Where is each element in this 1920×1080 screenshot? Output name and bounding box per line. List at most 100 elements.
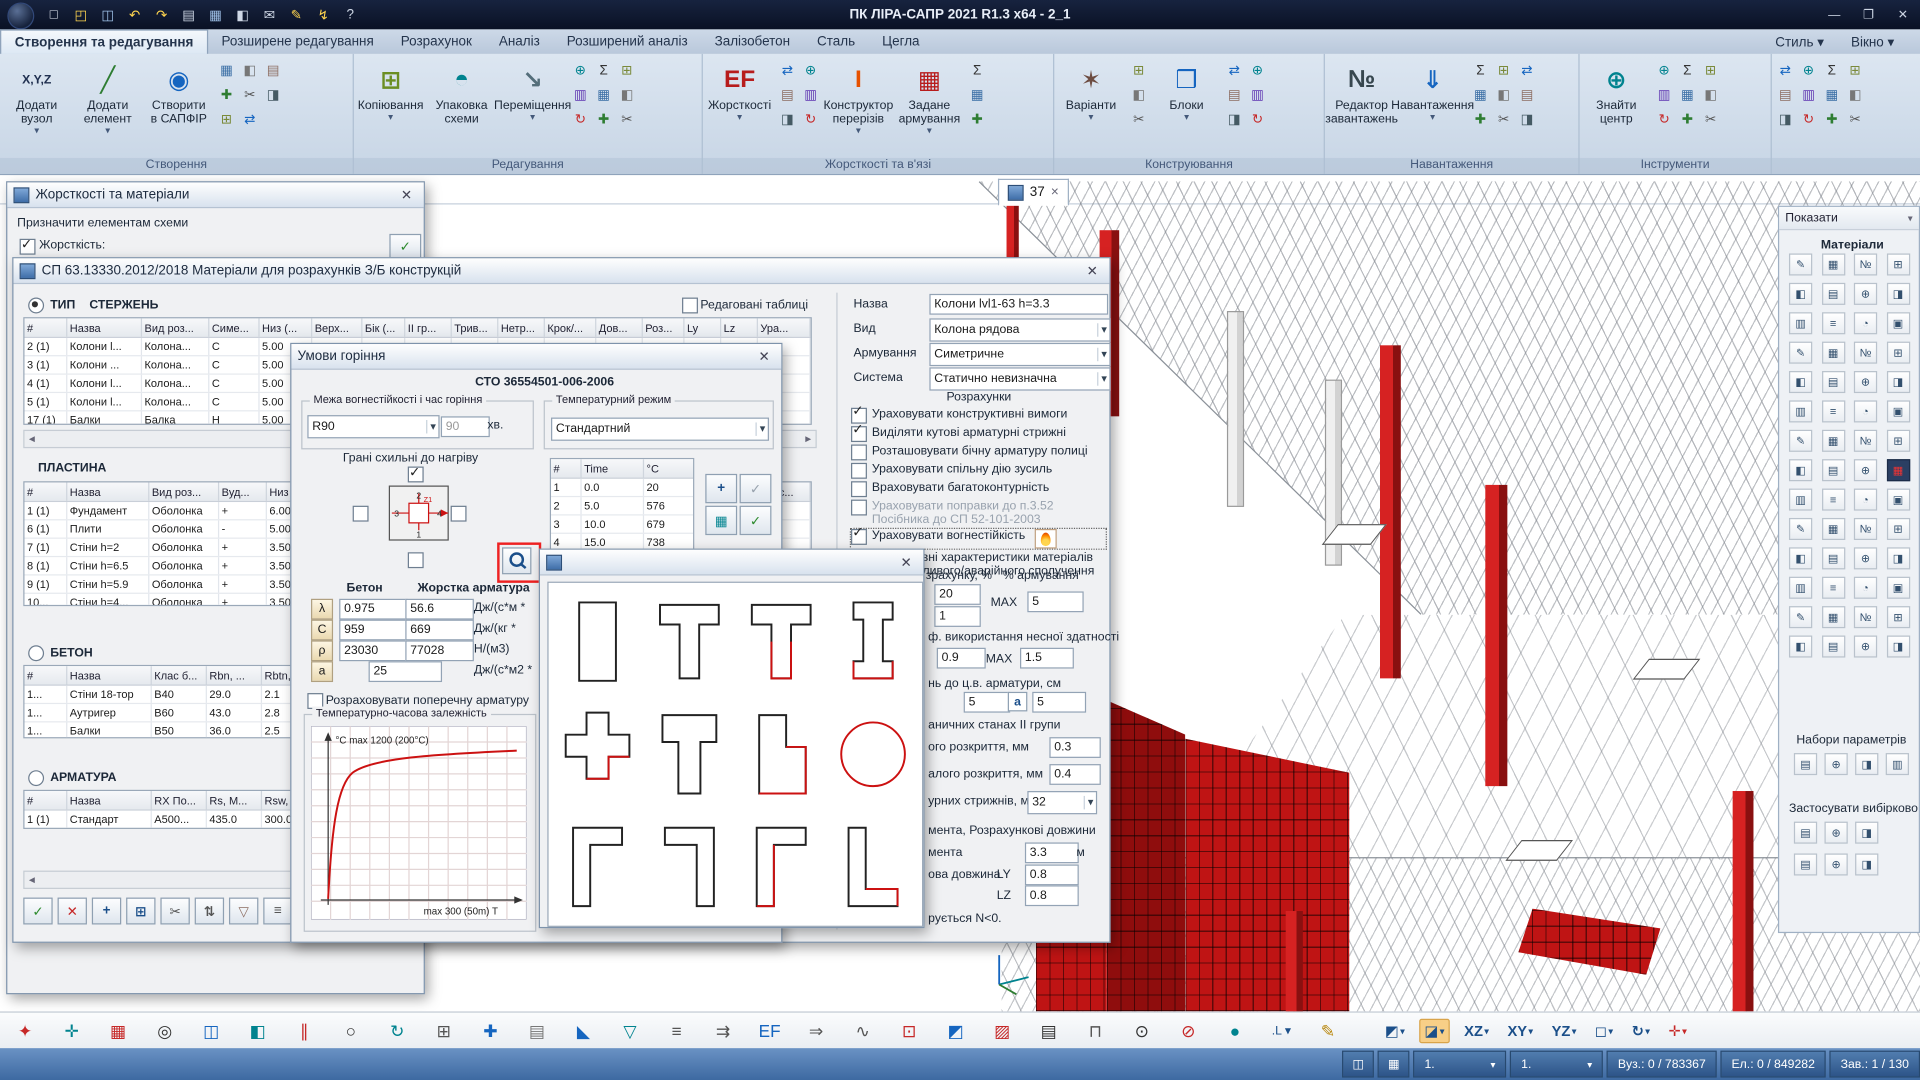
lz-field[interactable]: 0.8: [1025, 885, 1079, 906]
help-icon[interactable]: ?: [338, 4, 362, 26]
filter-button[interactable]: ▽: [229, 898, 258, 925]
panel-icon[interactable]: ◨: [1855, 853, 1878, 875]
corner-icon[interactable]: ◣: [568, 1016, 599, 1045]
panel-icon[interactable]: ◨: [1886, 636, 1909, 658]
small-tool-icon[interactable]: Σ: [593, 59, 615, 82]
rows-icon[interactable]: ▤: [1033, 1016, 1064, 1045]
calc-option[interactable]: Розташовувати бічну арматуру полиці: [851, 444, 1106, 460]
sheet-icon[interactable]: ▤: [522, 1016, 553, 1045]
panel-icon[interactable]: ▥: [1886, 753, 1909, 775]
small-tool-icon[interactable]: ⇄: [239, 108, 261, 131]
panel-icon[interactable]: ◨: [1886, 547, 1909, 569]
parallel-icon[interactable]: ∥: [289, 1016, 320, 1045]
red-column[interactable]: [1286, 911, 1303, 1011]
panel-icon[interactable]: ◨: [1886, 371, 1909, 393]
small-tool-icon[interactable]: ⇄: [1516, 59, 1538, 82]
polygon-select-icon[interactable]: ✦: [10, 1016, 41, 1045]
view-rotate-button[interactable]: ↻ ▾: [1628, 1020, 1654, 1042]
ribbon-button[interactable]: №Редактор завантажень: [1327, 56, 1396, 154]
panel-icon[interactable]: №: [1854, 606, 1877, 628]
panel-icon[interactable]: ▤: [1821, 459, 1844, 481]
small-tool-icon[interactable]: ✚: [1821, 108, 1843, 131]
small-tool-icon[interactable]: Σ: [966, 59, 988, 82]
column-header[interactable]: #: [24, 791, 67, 809]
panel-icon[interactable]: ✎: [1789, 253, 1812, 275]
panel-icon[interactable]: ◧: [1789, 459, 1812, 481]
face-right-checkbox[interactable]: [451, 506, 467, 522]
panel-icon[interactable]: ▣: [1886, 400, 1909, 422]
panel-icon[interactable]: ✎: [1789, 518, 1812, 540]
calc-option[interactable]: Ураховувати поправки до п.3.52 Посібника…: [851, 500, 1106, 527]
small-tool-icon[interactable]: ▤: [262, 59, 284, 82]
red-column[interactable]: [1380, 345, 1401, 678]
small-tool-icon[interactable]: ▤: [1516, 83, 1538, 106]
panel-icon[interactable]: ⊞: [1886, 606, 1909, 628]
view-iso-button[interactable]: ◩ ▾: [1381, 1020, 1408, 1042]
local-axes-icon[interactable]: .L ▾: [1266, 1016, 1297, 1045]
hatch-icon[interactable]: ▨: [987, 1016, 1018, 1045]
small-tool-icon[interactable]: ✂: [239, 83, 261, 106]
small-tool-icon[interactable]: ▦: [966, 83, 988, 106]
ribbon-button[interactable]: IКонструктор перерізів▾: [824, 56, 893, 154]
table-edit-button[interactable]: ▦: [705, 506, 737, 535]
small-tool-icon[interactable]: ◨: [1774, 108, 1796, 131]
small-tool-icon[interactable]: ⊕: [1247, 59, 1269, 82]
ribbon-button[interactable]: ❒Блоки▾: [1152, 56, 1221, 154]
calc-option[interactable]: Враховувати багатоконтурність: [851, 481, 1106, 497]
small-tool-icon[interactable]: ◨: [262, 83, 284, 106]
small-tool-icon[interactable]: ⊕: [800, 59, 822, 82]
column-header[interactable]: °C: [644, 459, 694, 477]
checkbox[interactable]: [851, 500, 867, 516]
section-shape-cross-red[interactable]: [552, 699, 642, 809]
grid-icon[interactable]: ⊞: [429, 1016, 460, 1045]
half-icon[interactable]: ◧: [242, 1016, 273, 1045]
column-header[interactable]: Назва: [67, 791, 151, 809]
small-tool-icon[interactable]: ⊞: [616, 59, 638, 82]
add-table-button[interactable]: ⊞: [126, 898, 155, 925]
small-tool-icon[interactable]: ◧: [1493, 83, 1515, 106]
rotate-icon[interactable]: ↻: [382, 1016, 413, 1045]
kind-combo[interactable]: Колона рядова: [929, 318, 1110, 341]
tab-3[interactable]: Розрахунок: [387, 29, 485, 53]
small-tool-icon[interactable]: ⇄: [776, 59, 798, 82]
panel-icon[interactable]: ▦: [1821, 430, 1844, 452]
column-header[interactable]: Rbn, ...: [207, 666, 262, 684]
checkbox[interactable]: [851, 444, 867, 460]
panel-icon[interactable]: ◧: [1789, 283, 1812, 305]
panel-icon[interactable]: ✎: [1789, 430, 1812, 452]
panel-icon[interactable]: ⊞: [1886, 342, 1909, 364]
block-combo-1[interactable]: 1.▾: [1413, 1051, 1506, 1078]
concrete-radio[interactable]: [28, 645, 44, 661]
panel-icon[interactable]: ◨: [1855, 822, 1878, 844]
panel-icon[interactable]: ▤: [1821, 371, 1844, 393]
list-icon[interactable]: ≡: [661, 1016, 692, 1045]
view-xz-button[interactable]: XZ ▾: [1460, 1020, 1492, 1042]
close-button[interactable]: ✕: [1886, 1, 1920, 28]
panel-icon[interactable]: ▤: [1794, 753, 1817, 775]
reinf-max-field[interactable]: 5: [1027, 591, 1083, 612]
maximize-button[interactable]: ❐: [1851, 1, 1885, 28]
prop-symbol-ρ[interactable]: ρ: [311, 640, 333, 661]
panel-icon[interactable]: ▦: [1821, 253, 1844, 275]
prop-symbol-C[interactable]: C: [311, 620, 333, 641]
small-tool-icon[interactable]: ▥: [569, 83, 591, 106]
ribbon-button[interactable]: ✶Варіанти▾: [1057, 56, 1126, 154]
panel-icon[interactable]: ▤: [1794, 822, 1817, 844]
menu-Вікно[interactable]: Вікно ▾: [1838, 29, 1908, 53]
ribbon-button[interactable]: ⇓Навантаження▾: [1398, 56, 1467, 154]
small-tool-icon[interactable]: ◧: [1844, 83, 1866, 106]
section-shape-tee2[interactable]: [644, 699, 734, 809]
calc-option[interactable]: Ураховувати спільну дію зусиль: [851, 463, 1106, 479]
small-tool-icon[interactable]: ↻: [1247, 108, 1269, 131]
editable-tables-checkbox[interactable]: [682, 298, 698, 314]
calc-option[interactable]: Виділяти кутові арматурні стрижні: [851, 426, 1106, 442]
face-bottom-checkbox[interactable]: [408, 552, 424, 568]
stiffness-panel-titlebar[interactable]: Жорсткості та матеріали ✕: [7, 182, 423, 208]
small-tool-icon[interactable]: ▦: [1676, 83, 1698, 106]
panel-icon[interactable]: ⊞: [1886, 253, 1909, 275]
column-header[interactable]: Крок/...: [545, 318, 596, 336]
ribbon-button[interactable]: ◉Створити в САПФІР: [144, 56, 213, 154]
pan-icon[interactable]: ✛: [56, 1016, 87, 1045]
tab-8[interactable]: Цегла: [869, 29, 933, 53]
panel-icon[interactable]: №: [1854, 430, 1877, 452]
